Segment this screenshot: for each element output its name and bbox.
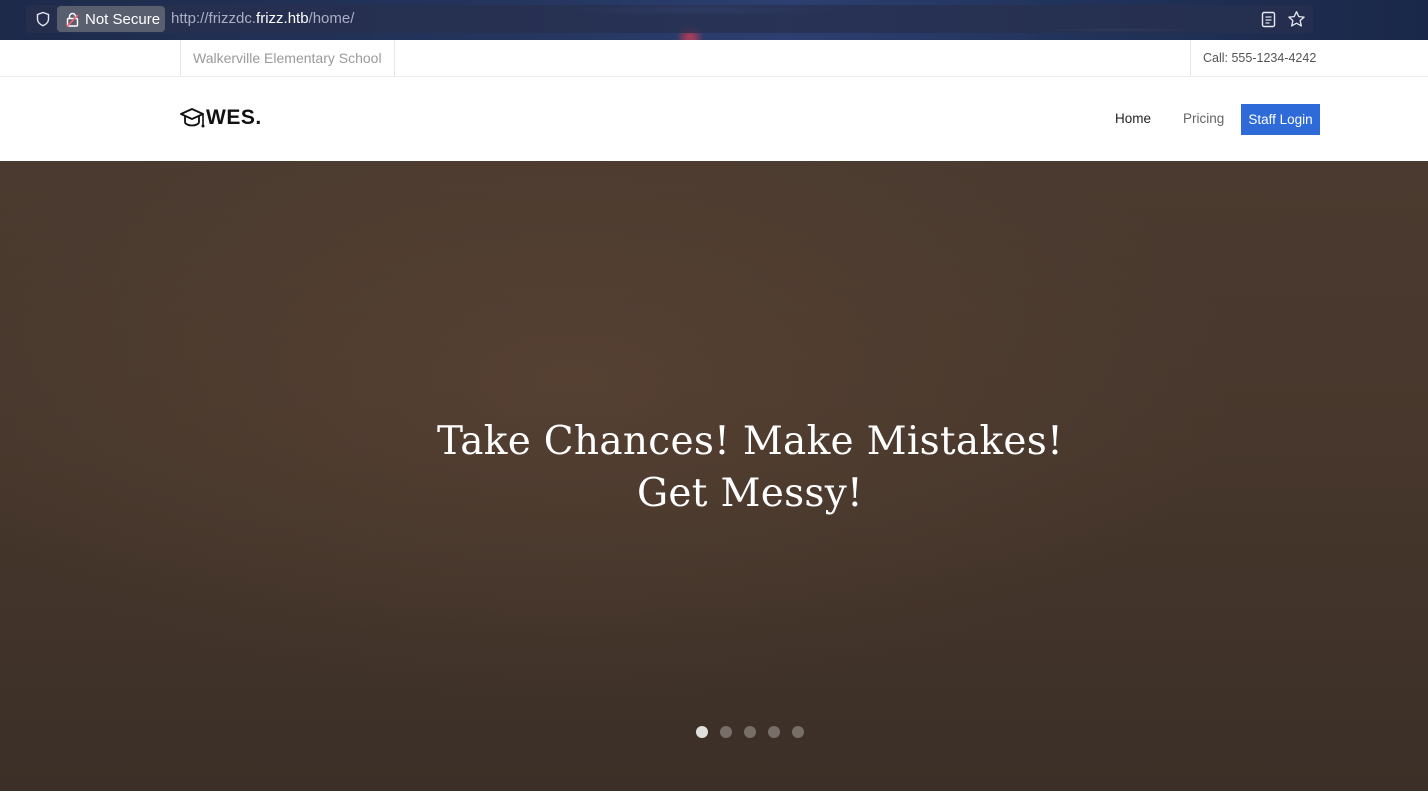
security-label: Not Secure: [85, 10, 161, 28]
main-navbar: WES. Home Pricing Staff Login: [0, 77, 1428, 161]
shield-icon[interactable]: [35, 11, 51, 27]
bookmark-star-icon[interactable]: [1287, 10, 1306, 29]
hero-title: Take Chances! Make Mistakes! Get Messy!: [436, 419, 1064, 516]
security-indicator[interactable]: Not Secure: [57, 6, 165, 32]
page-bottom-strip: [0, 791, 1428, 808]
hero-slider: Take Chances! Make Mistakes! Get Messy!: [0, 161, 1428, 791]
url-host: frizz.htb: [256, 10, 309, 27]
school-name: Walkerville Elementary School: [180, 40, 395, 76]
brand-name: WES.: [206, 106, 262, 129]
graduation-cap-icon: [180, 108, 205, 128]
phone-number: Call: 555-1234-4242: [1190, 40, 1328, 76]
nav-link-pricing[interactable]: Pricing: [1183, 111, 1224, 126]
url-text[interactable]: http://frizzdc.frizz.htb/home/: [171, 10, 354, 27]
top-info-bar: Walkerville Elementary School Call: 555-…: [0, 40, 1428, 77]
slider-dot-5[interactable]: [792, 726, 804, 738]
slider-dot-2[interactable]: [720, 726, 732, 738]
slider-dot-1[interactable]: [696, 726, 708, 738]
slider-dot-4[interactable]: [768, 726, 780, 738]
browser-toolbar: Not Secure http://frizzdc.frizz.htb/home…: [0, 0, 1428, 40]
slider-dot-3[interactable]: [744, 726, 756, 738]
reader-mode-icon[interactable]: [1261, 11, 1276, 28]
url-prefix: http://frizzdc.: [171, 10, 257, 27]
slider-dots: [696, 726, 816, 738]
staff-login-button[interactable]: Staff Login: [1241, 104, 1320, 135]
url-path: /home/: [308, 10, 355, 27]
nav-link-home[interactable]: Home: [1115, 111, 1151, 126]
brand-logo[interactable]: WES.: [180, 106, 262, 130]
insecure-lock-icon: [66, 12, 79, 27]
